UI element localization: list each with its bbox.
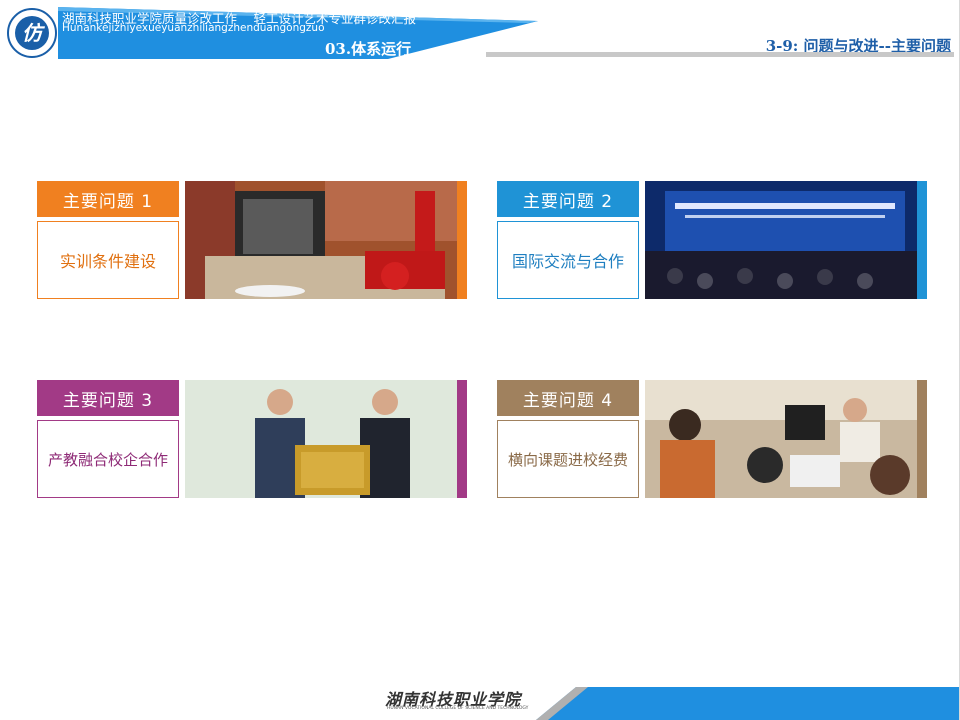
- workshop-photo: [185, 181, 467, 299]
- issue-text-4: 横向课题进校经费: [497, 420, 639, 498]
- header-divider: [486, 52, 954, 57]
- footer-school-english: HUNAN VOCATIONAL COLLEGE OF SCIENCE AND …: [387, 706, 529, 711]
- issue-text-3: 产教融合校企合作: [37, 420, 179, 498]
- plaque-photo: [185, 380, 467, 498]
- section-label: 03.体系运行: [325, 40, 412, 58]
- issue-tag-1: 主要问题 1: [37, 181, 179, 217]
- school-logo: 仿: [7, 8, 57, 58]
- issue-tag-2: 主要问题 2: [497, 181, 639, 217]
- issue-text-2: 国际交流与合作: [497, 221, 639, 299]
- slide: 仿 湖南科技职业学院质量诊改工作 轻工设计艺术专业群诊改汇报 Hunankeji…: [0, 0, 960, 720]
- issue-text-1: 实训条件建设: [37, 221, 179, 299]
- issue-tag-3: 主要问题 3: [37, 380, 179, 416]
- footer-school-logo: 湖南科技职业学院 HUNAN VOCATIONAL COLLEGE OF SCI…: [385, 686, 529, 716]
- logo-glyph: 仿: [15, 16, 49, 50]
- issue-card-2: 主要问题 2 国际交流与合作: [497, 181, 927, 301]
- issue-card-1: 主要问题 1 实训条件建设: [37, 181, 467, 301]
- issue-tag-4: 主要问题 4: [497, 380, 639, 416]
- footer-banner: [536, 687, 959, 720]
- lab-photo: [645, 380, 927, 498]
- forum-photo: [645, 181, 927, 299]
- issue-card-3: 主要问题 3 产教融合校企合作: [37, 380, 467, 500]
- header-pinyin: Hunankejizhiyexueyuanzhiliangzhenduangon…: [62, 22, 325, 34]
- issue-card-4: 主要问题 4 横向课题进校经费: [497, 380, 927, 500]
